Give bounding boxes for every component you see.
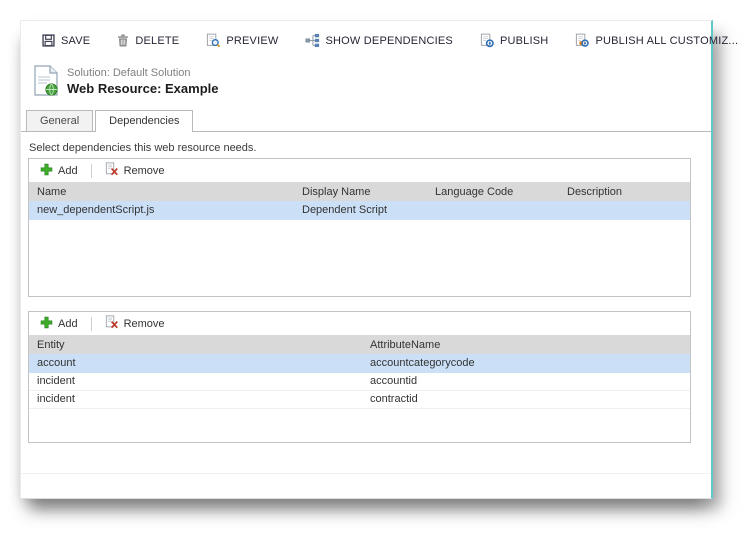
publish-all-icon [574, 33, 590, 48]
table-header-row: Entity AttributeName [29, 335, 690, 354]
column-header[interactable]: Name [29, 182, 294, 201]
show-dependencies-button[interactable]: SHOW DEPENDENCIES [304, 33, 453, 48]
publish-all-customizations-button[interactable]: PUBLISH ALL CUSTOMIZ... [574, 33, 738, 48]
table-cell: new_dependentScript.js [29, 201, 294, 220]
table-row[interactable]: incident accountid [29, 372, 690, 391]
solution-label: Solution: Default Solution [67, 67, 191, 79]
table-cell: account [29, 354, 362, 373]
table-cell: incident [29, 372, 362, 391]
table-cell: Dependent Script [294, 201, 427, 220]
delete-button[interactable]: DELETE [116, 33, 179, 48]
footer-divider [21, 473, 711, 474]
instruction-text: Select dependencies this web resource ne… [29, 142, 257, 154]
delete-icon [116, 33, 130, 48]
preview-icon [205, 33, 221, 48]
tab-strip: General Dependencies [21, 110, 711, 132]
preview-label: PREVIEW [226, 34, 279, 47]
grid1-remove-label: Remove [123, 164, 165, 177]
web-resource-dependencies-grid: Add Remove Name Display Name Language Code… [28, 158, 691, 297]
table-row[interactable]: incident contractid [29, 390, 690, 409]
show-dependencies-icon [304, 33, 320, 48]
column-header[interactable]: Display Name [294, 182, 427, 201]
grid1-toolbar: Add Remove [29, 159, 690, 182]
publish-icon [479, 33, 495, 48]
column-header[interactable]: Language Code [427, 182, 559, 201]
toolbar-separator [90, 316, 92, 331]
grid1-remove-button[interactable]: Remove [101, 160, 169, 181]
table-row[interactable]: account accountcategorycode [29, 354, 690, 373]
grid2-add-label: Add [58, 317, 78, 330]
dependencies-table: Name Display Name Language Code Description… [29, 182, 690, 220]
table-cell [559, 201, 690, 220]
column-header[interactable]: AttributeName [362, 335, 690, 354]
web-resource-window: SAVE DELETE PREVIEW SHOW DEPENDENCIES PU… [20, 20, 738, 499]
delete-label: DELETE [135, 34, 180, 47]
screenshot-stage: SAVE DELETE PREVIEW SHOW DEPENDENCIES PU… [0, 0, 753, 537]
table-cell: contractid [362, 390, 690, 409]
add-icon [40, 316, 53, 332]
page-title: Web Resource: Example [67, 81, 219, 96]
grid2-remove-button[interactable]: Remove [101, 313, 169, 334]
save-label: SAVE [61, 34, 91, 47]
save-icon [41, 33, 56, 48]
table-row[interactable]: new_dependentScript.js Dependent Script [29, 201, 690, 220]
grid1-add-label: Add [58, 164, 78, 177]
grid2-remove-label: Remove [123, 317, 165, 330]
attribute-dependencies-grid: Add Remove Entity AttributeName account ac… [28, 311, 691, 443]
tab-general[interactable]: General [26, 110, 94, 131]
add-icon [40, 163, 53, 179]
grid1-add-button[interactable]: Add [36, 161, 82, 181]
table-header-row: Name Display Name Language Code Description [29, 182, 690, 201]
web-resource-icon [33, 65, 59, 102]
remove-icon [105, 162, 119, 179]
table-cell [427, 201, 559, 220]
attributes-table: Entity AttributeName account accountcatego… [29, 335, 690, 409]
publish-button[interactable]: PUBLISH [479, 33, 548, 48]
title-block: Solution: Default Solution Web Resource:… [33, 65, 218, 102]
command-bar: SAVE DELETE PREVIEW SHOW DEPENDENCIES PU… [41, 33, 738, 48]
table-cell: accountcategorycode [362, 354, 690, 373]
remove-icon [105, 315, 119, 332]
column-header[interactable]: Entity [29, 335, 362, 354]
toolbar-separator [90, 163, 92, 178]
table-cell: incident [29, 390, 362, 409]
publish-all-label: PUBLISH ALL CUSTOMIZ... [595, 34, 739, 47]
column-header[interactable]: Description [559, 182, 690, 201]
grid2-toolbar: Add Remove [29, 312, 690, 335]
save-button[interactable]: SAVE [41, 33, 90, 48]
table-cell: accountid [362, 372, 690, 391]
preview-button[interactable]: PREVIEW [205, 33, 278, 48]
grid2-add-button[interactable]: Add [36, 314, 82, 334]
publish-label: PUBLISH [499, 34, 549, 47]
tab-dependencies[interactable]: Dependencies [95, 110, 194, 132]
show-dependencies-label: SHOW DEPENDENCIES [325, 34, 453, 47]
